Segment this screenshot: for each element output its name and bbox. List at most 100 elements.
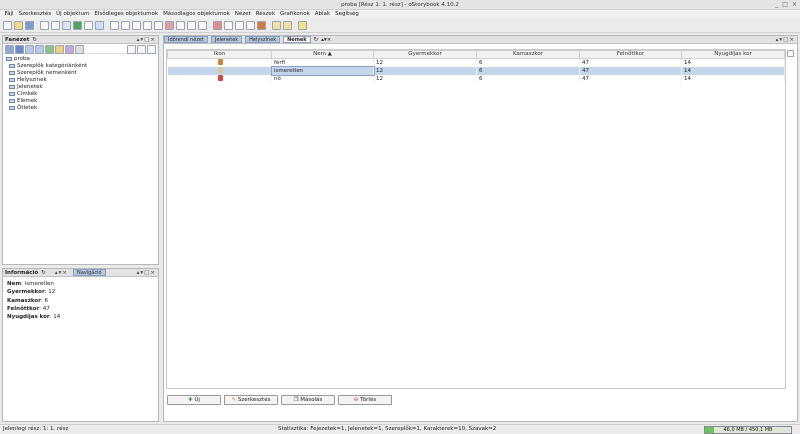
next-icon[interactable]	[283, 21, 292, 30]
location-filter-icon[interactable]	[25, 45, 34, 54]
tree-close-icon[interactable]	[147, 45, 156, 54]
table-settings-icon[interactable]	[787, 50, 794, 57]
person-icon[interactable]	[62, 21, 71, 30]
menu-new-object[interactable]: Új objektum	[54, 10, 92, 19]
tree-node[interactable]: Szereplők kategóriánként	[6, 63, 155, 70]
export-icon[interactable]	[224, 21, 233, 30]
table-row[interactable]: ismeretlen 12 6 47 14	[167, 66, 785, 76]
edit-button-label: Szerkesztés	[237, 397, 271, 403]
tree-node[interactable]: Szereplők nemenként	[6, 70, 155, 77]
chart3-icon[interactable]	[187, 21, 196, 30]
menu-window[interactable]: Ablak	[312, 10, 332, 19]
column-header[interactable]: Ikon	[167, 50, 272, 59]
tree-node[interactable]: Ötletek	[6, 105, 155, 112]
chart-icon[interactable]	[165, 21, 174, 30]
menu-parts[interactable]: Részek	[253, 10, 277, 19]
tab-scenes[interactable]: Jelenetek	[210, 36, 243, 43]
view-book-icon[interactable]	[121, 21, 130, 30]
folder-icon	[9, 77, 15, 82]
person-filter-icon[interactable]	[15, 45, 24, 54]
tab-refresh-icon[interactable]: ↻	[314, 37, 319, 43]
info-window-controls[interactable]: ▴▾×	[55, 270, 68, 276]
menu-primary-objects[interactable]: Elsődleges objektumok	[92, 10, 161, 19]
tree-node[interactable]: Helyszínek	[6, 77, 155, 84]
item-icon[interactable]	[84, 21, 93, 30]
new-file-icon[interactable]	[3, 21, 12, 30]
table-cell: 12	[373, 75, 477, 83]
item-filter-icon[interactable]	[45, 45, 54, 54]
refresh-icon[interactable]: ↻	[32, 37, 37, 43]
tree-node[interactable]: Címkék	[6, 91, 155, 98]
edit-button[interactable]: ✎ Szerkesztés	[224, 395, 278, 405]
menu-edit[interactable]: Szerkesztés	[16, 10, 54, 19]
menu-charts[interactable]: Grafikonok	[278, 10, 313, 19]
tree-node-label: Szereplők nemenként	[17, 70, 77, 76]
location-icon[interactable]	[73, 21, 82, 30]
view-chrono-icon[interactable]	[110, 21, 119, 30]
copy-button[interactable]: ❐ Másolás	[281, 395, 335, 405]
tree-node[interactable]: proba	[6, 56, 155, 63]
table-cell: 14	[681, 67, 785, 75]
previous-icon[interactable]	[272, 21, 281, 30]
idea-filter-icon[interactable]	[65, 45, 74, 54]
tab-genders[interactable]: Nemek	[283, 36, 311, 43]
delete-button[interactable]: ⊖ Törlés	[338, 395, 392, 405]
panel-window-controls[interactable]: ▴▾□×	[137, 37, 156, 43]
tree-node[interactable]: Jelenetek	[6, 84, 155, 91]
tag-icon[interactable]	[95, 21, 104, 30]
copy-icon: ❐	[293, 397, 299, 403]
collapse-all-icon[interactable]	[137, 45, 146, 54]
table-row[interactable]: férfi 12 6 47 14	[167, 58, 785, 67]
save-icon[interactable]	[25, 21, 34, 30]
menu-file[interactable]: Fájl	[2, 10, 16, 19]
delete-icon: ⊖	[353, 397, 359, 403]
tree-node-label: Szereplők kategóriánként	[17, 63, 88, 69]
table-row[interactable]: nő 12 6 47 14	[167, 75, 785, 83]
expand-all-icon[interactable]	[127, 45, 136, 54]
new-button[interactable]: ✚ Új	[167, 395, 221, 405]
info-dock-controls[interactable]: ▴▾□×	[137, 270, 156, 276]
minimize-button[interactable]: _	[775, 0, 778, 10]
tree-node[interactable]: Elemek	[6, 98, 155, 105]
column-header[interactable]: Nyugdíjas kor	[681, 50, 785, 59]
flag-icon[interactable]	[213, 21, 222, 30]
filter-icon[interactable]	[5, 45, 14, 54]
tab-window-controls[interactable]: ▴▾×	[321, 37, 331, 43]
chart2-icon[interactable]	[176, 21, 185, 30]
globe-icon[interactable]	[257, 21, 266, 30]
tab-chrono-view[interactable]: Időrendi nézet	[164, 36, 208, 43]
menu-view[interactable]: Nézet	[232, 10, 253, 19]
tag-filter-icon[interactable]	[55, 45, 64, 54]
view-manage-icon[interactable]	[132, 21, 141, 30]
view-reading-icon[interactable]	[143, 21, 152, 30]
column-header[interactable]: Felnőttkor	[579, 50, 682, 59]
chart4-icon[interactable]	[198, 21, 207, 30]
part-icon[interactable]	[51, 21, 60, 30]
new-button-label: Új	[194, 397, 200, 403]
column-header[interactable]: Gyermekkor	[373, 50, 477, 59]
edit-icon: ✎	[231, 397, 237, 403]
open-file-icon[interactable]	[14, 21, 23, 30]
column-header[interactable]: Kamaszkor	[476, 50, 580, 59]
memory-usage-bar[interactable]: 46,0 MB / 450,1 MB	[704, 426, 792, 434]
gender-person-icon	[217, 59, 223, 65]
tip-bulb-icon[interactable]	[298, 21, 307, 30]
print-icon[interactable]	[235, 21, 244, 30]
status-bar: Jelenlegi rész: 1: 1. rész Statisztika: …	[0, 424, 800, 434]
book-icon[interactable]	[246, 21, 255, 30]
maximize-button[interactable]: □	[782, 0, 788, 10]
info-field: Nyugdíjas kor: 14	[7, 314, 61, 321]
main-dock-controls[interactable]: ▴▾□×	[776, 37, 795, 43]
scene-filter-icon[interactable]	[35, 45, 44, 54]
chapter-icon[interactable]	[40, 21, 49, 30]
menu-secondary-objects[interactable]: Másodlagos objektumok	[161, 10, 233, 19]
view-memoria-icon[interactable]	[154, 21, 163, 30]
info-field-value: 14	[53, 314, 61, 321]
column-header[interactable]: Nem ▲	[271, 50, 374, 59]
info-refresh-icon[interactable]: ↻	[41, 270, 46, 276]
close-button[interactable]: ×	[792, 0, 797, 10]
tab-locations[interactable]: Helyszínek	[245, 36, 281, 43]
all-filter-icon[interactable]	[75, 45, 84, 54]
tab-navigation[interactable]: Navigáció	[72, 269, 106, 276]
menu-help[interactable]: Segítség	[333, 10, 362, 19]
